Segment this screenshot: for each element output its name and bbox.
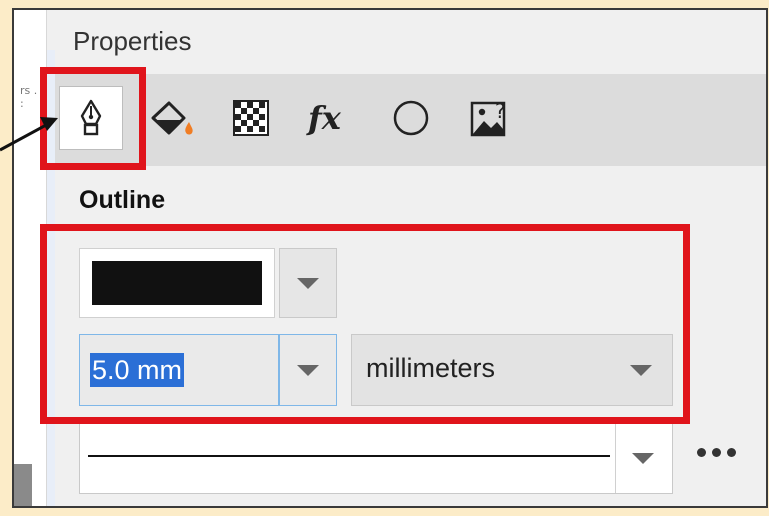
line-style-preview [88,455,610,457]
pen-nib-icon [80,99,102,136]
chevron-down-icon [297,277,319,289]
outline-width-dropdown[interactable] [279,334,337,406]
chevron-down-icon [630,365,652,376]
units-value: millimeters [366,353,496,383]
units-select[interactable]: millimeters [351,334,673,406]
window-frame: rs . : Properties fx ? Outline 5.0 mm mi… [12,8,768,508]
chevron-down-icon [632,453,654,464]
svg-text:fx: fx [306,99,342,137]
canvas-edge: rs . : [14,10,47,506]
image-question-icon: ? [470,99,506,137]
more-options-button[interactable] [697,448,736,457]
svg-text:?: ? [495,99,506,123]
chevron-down-icon [297,364,319,376]
tab-effects[interactable]: fx [299,86,363,150]
line-style-select[interactable] [79,418,673,494]
panel-edge [47,50,55,506]
outline-width-value: 5.0 mm [90,353,185,387]
checkerboard-icon [233,100,269,136]
ruler-fragment: rs . : [20,84,38,110]
tab-fill[interactable] [139,86,203,150]
outline-width-input[interactable]: 5.0 mm [79,334,279,406]
outline-section-title: Outline [79,186,166,214]
more-dots-icon [697,448,706,457]
property-tabs: fx ? [55,74,766,166]
tab-transparency[interactable] [219,86,283,150]
tab-outline[interactable] [59,86,123,150]
panel-title: Properties [73,26,192,56]
fx-icon: fx [306,99,342,137]
outline-color-dropdown[interactable] [279,248,337,318]
tab-bitmap[interactable]: ? [459,86,523,150]
circle-icon [393,100,429,136]
outline-color-picker[interactable] [79,248,275,318]
fill-bucket-icon [151,101,193,135]
properties-panel: Properties fx ? Outline 5.0 mm millimete… [55,10,766,506]
scrollbar-fragment[interactable] [14,464,32,506]
tab-corners[interactable] [379,86,443,150]
outline-color-swatch [92,261,262,305]
